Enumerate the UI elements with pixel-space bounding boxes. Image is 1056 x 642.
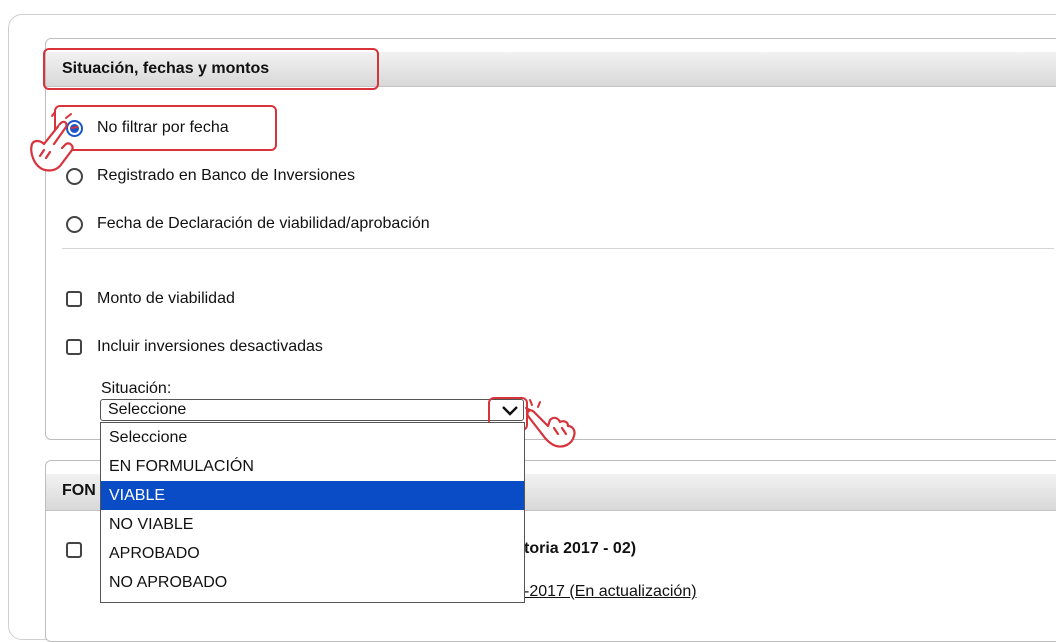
pointing-hand-icon: [30, 111, 78, 172]
checkbox-label: Incluir inversiones desactivadas: [97, 338, 323, 355]
radio-fecha-declaracion[interactable]: Fecha de Declaración de viabilidad/aprob…: [66, 215, 430, 233]
select-value: Seleccione: [108, 401, 187, 418]
fondo-label-tail: toria 2017 - 02): [524, 540, 637, 557]
option-en-formulacion[interactable]: EN FORMULACIÓN: [101, 452, 524, 481]
situacion-select[interactable]: Seleccione: [100, 399, 524, 421]
option-seleccione[interactable]: Seleccione: [101, 423, 524, 452]
radio-label: Fecha de Declaración de viabilidad/aprob…: [97, 215, 430, 232]
checkbox-incluir-desactivadas[interactable]: Incluir inversiones desactivadas: [66, 338, 323, 356]
radio-registrado[interactable]: Registrado en Banco de Inversiones: [66, 167, 355, 185]
option-no-viable[interactable]: NO VIABLE: [101, 510, 524, 539]
fieldset-situacion: [45, 38, 1056, 440]
fondo-link-tail[interactable]: -2017 (En actualización): [524, 583, 697, 601]
highlight-section-title: [43, 48, 379, 90]
checkbox-fondo[interactable]: [66, 542, 97, 558]
checkbox[interactable]: [66, 339, 82, 355]
option-no-aprobado[interactable]: NO APROBADO: [101, 568, 524, 597]
checkbox-monto-viabilidad[interactable]: Monto de viabilidad: [66, 290, 235, 308]
checkbox-label: Monto de viabilidad: [97, 290, 235, 307]
checkbox[interactable]: [66, 291, 82, 307]
option-viable[interactable]: VIABLE: [101, 481, 524, 510]
radio-button[interactable]: [66, 215, 83, 233]
highlight-radio-no-filtrar: [54, 105, 277, 151]
pointing-hand-icon: [525, 399, 576, 448]
option-aprobado[interactable]: APROBADO: [101, 539, 524, 568]
radio-label: Registrado en Banco de Inversiones: [97, 167, 355, 184]
checkbox[interactable]: [66, 542, 82, 558]
section2-title: FON: [62, 482, 96, 499]
divider: [62, 248, 1054, 249]
situacion-label: Situación:: [101, 380, 172, 397]
situacion-options-list[interactable]: Seleccione EN FORMULACIÓN VIABLE NO VIAB…: [100, 422, 525, 603]
